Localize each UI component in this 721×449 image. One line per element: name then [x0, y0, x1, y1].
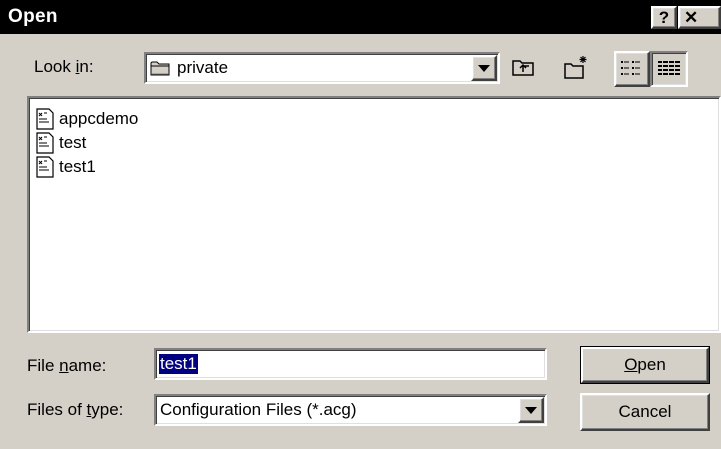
file-name: test1: [59, 157, 96, 176]
file-type-label: Files of type:: [27, 400, 124, 419]
file-name-value: test1: [159, 354, 198, 374]
new-folder-button[interactable]: [560, 50, 594, 84]
file-name-field[interactable]: test1: [154, 348, 547, 380]
list-item[interactable]: test1: [35, 156, 96, 178]
file-name-label: File name:: [27, 356, 107, 375]
file-name: test: [59, 133, 87, 152]
list-item[interactable]: test: [35, 132, 86, 154]
list-item[interactable]: appcdemo: [35, 108, 138, 130]
folder-icon: [150, 61, 170, 76]
title-bar[interactable]: Open ? ✕: [0, 0, 721, 34]
look-in-label: Look in:: [34, 57, 94, 76]
file-type-dropdown[interactable]: Configuration Files (*.acg): [154, 394, 547, 426]
up-one-level-icon: [512, 60, 534, 76]
look-in-dropdown[interactable]: private: [144, 52, 500, 84]
list-view-icon: [621, 61, 640, 75]
file-name: appcdemo: [59, 109, 139, 128]
window-title: Open: [8, 6, 58, 27]
up-one-level-button[interactable]: [507, 50, 541, 84]
help-button[interactable]: ?: [651, 6, 677, 29]
open-button[interactable]: Open: [580, 346, 710, 384]
file-list[interactable]: appcdemo test test1: [27, 96, 721, 333]
close-button[interactable]: ✕: [678, 6, 721, 29]
configuration-file-icon: [36, 156, 54, 178]
list-view-button[interactable]: [614, 51, 650, 87]
cancel-button[interactable]: Cancel: [580, 393, 710, 431]
file-type-value: Configuration Files (*.acg): [160, 400, 357, 419]
chevron-down-icon: [525, 406, 537, 414]
look-in-dropdown-button[interactable]: [471, 55, 497, 81]
help-icon: ?: [658, 7, 670, 27]
configuration-file-icon: [36, 108, 54, 130]
close-icon: ✕: [684, 7, 699, 27]
details-view-icon: [658, 60, 680, 76]
look-in-value: private: [177, 58, 229, 77]
configuration-file-icon: [36, 132, 54, 154]
chevron-down-icon: [478, 64, 490, 72]
details-view-button[interactable]: [650, 51, 688, 87]
new-folder-icon: [564, 56, 587, 79]
file-type-dropdown-button[interactable]: [518, 397, 544, 423]
